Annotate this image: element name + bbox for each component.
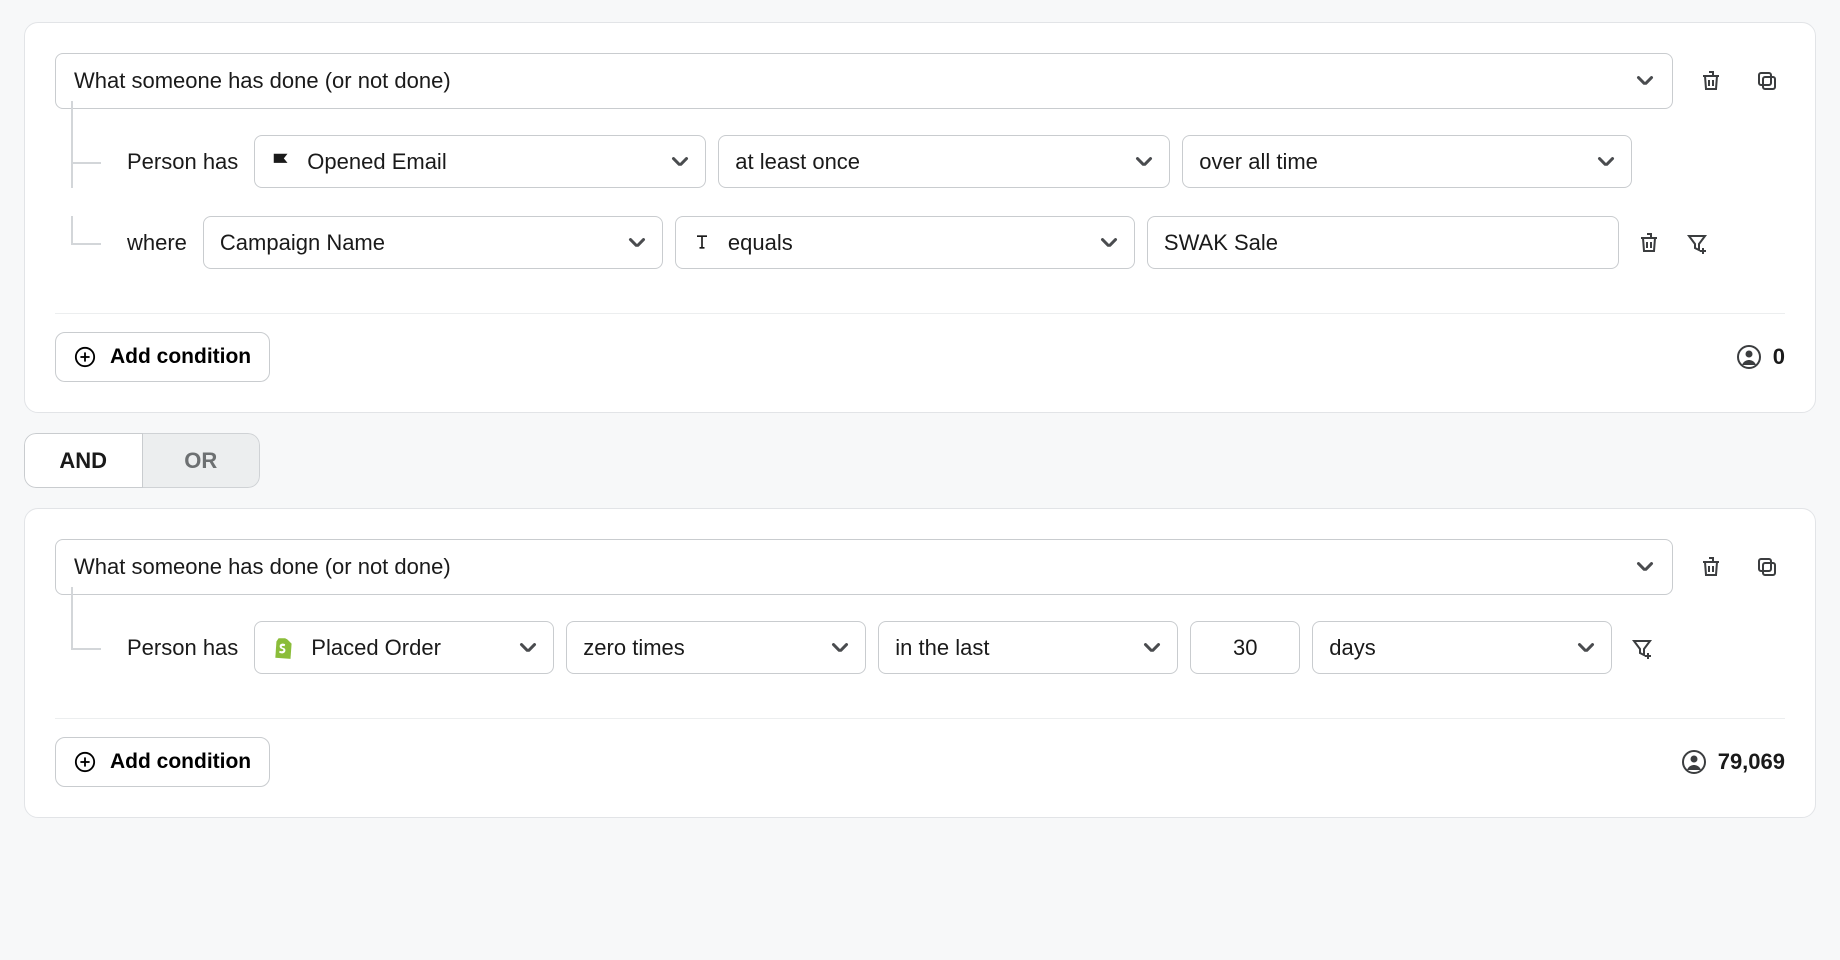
operator-label: equals xyxy=(728,230,793,256)
person-has-label: Person has xyxy=(127,149,242,175)
event-row: Person has Opened Email at least once ov… xyxy=(55,121,1785,202)
count-value: 79,069 xyxy=(1718,749,1785,775)
add-condition-button[interactable]: Add condition xyxy=(55,737,270,787)
condition-type-select[interactable]: What someone has done (or not done) xyxy=(55,539,1673,595)
person-icon xyxy=(1737,345,1761,369)
value-input[interactable]: SWAK Sale xyxy=(1147,216,1619,269)
add-condition-label: Add condition xyxy=(110,345,251,369)
add-condition-button[interactable]: Add condition xyxy=(55,332,270,382)
join-operator-toggle: AND OR xyxy=(24,433,260,488)
event-label: Opened Email xyxy=(307,149,446,175)
person-has-label: Person has xyxy=(127,635,242,661)
event-select[interactable]: Opened Email xyxy=(254,135,706,188)
property-select[interactable]: Campaign Name xyxy=(203,216,663,269)
copy-icon xyxy=(1755,69,1779,93)
trash-icon xyxy=(1699,69,1723,93)
duplicate-group-button[interactable] xyxy=(1749,549,1785,585)
count-value: 0 xyxy=(1773,344,1785,370)
copy-icon xyxy=(1755,555,1779,579)
value-text: SWAK Sale xyxy=(1164,230,1278,256)
tree-connector xyxy=(55,216,115,269)
chevron-down-icon xyxy=(519,642,537,654)
event-label: Placed Order xyxy=(311,635,441,661)
condition-group-2: What someone has done (or not done) Pers… xyxy=(24,508,1816,818)
group-header-row: What someone has done (or not done) xyxy=(55,53,1785,109)
group-header-row: What someone has done (or not done) xyxy=(55,539,1785,595)
timeframe-label: in the last xyxy=(895,635,989,661)
property-label: Campaign Name xyxy=(220,230,385,256)
duplicate-group-button[interactable] xyxy=(1749,63,1785,99)
condition-type-label: What someone has done (or not done) xyxy=(74,554,451,580)
chevron-down-icon xyxy=(1636,561,1654,573)
group-footer: Add condition 0 xyxy=(55,314,1785,394)
chevron-down-icon xyxy=(1577,642,1595,654)
email-flag-icon xyxy=(271,151,293,173)
event-row: Person has Placed Order zero times xyxy=(55,607,1785,688)
tree-connector xyxy=(55,621,115,674)
plus-circle-icon xyxy=(74,751,96,773)
operator-select[interactable]: equals xyxy=(675,216,1135,269)
chevron-down-icon xyxy=(1100,237,1118,249)
condition-type-select[interactable]: What someone has done (or not done) xyxy=(55,53,1673,109)
text-type-icon xyxy=(692,232,714,254)
chevron-down-icon xyxy=(628,237,646,249)
where-label: where xyxy=(127,230,191,256)
join-and-label: AND xyxy=(59,448,107,474)
join-or-option[interactable]: OR xyxy=(143,433,261,488)
delete-filter-button[interactable] xyxy=(1631,225,1667,261)
frequency-label: at least once xyxy=(735,149,860,175)
chevron-down-icon xyxy=(1143,642,1161,654)
chevron-down-icon xyxy=(671,156,689,168)
add-filter-button[interactable] xyxy=(1624,630,1660,666)
chevron-down-icon xyxy=(831,642,849,654)
nested-rows: Person has Opened Email at least once ov… xyxy=(55,121,1785,283)
group-footer: Add condition 79,069 xyxy=(55,719,1785,799)
filter-add-icon xyxy=(1630,636,1654,660)
profile-count: 79,069 xyxy=(1682,749,1785,775)
tree-connector xyxy=(55,135,115,188)
person-icon xyxy=(1682,750,1706,774)
frequency-select[interactable]: at least once xyxy=(718,135,1170,188)
join-and-option[interactable]: AND xyxy=(24,433,143,488)
chevron-down-icon xyxy=(1636,75,1654,87)
amount-value: 30 xyxy=(1233,635,1257,661)
nested-rows: Person has Placed Order zero times xyxy=(55,607,1785,688)
filter-row: where Campaign Name equals SWAK Sale xyxy=(55,202,1785,283)
trash-icon xyxy=(1699,555,1723,579)
delete-group-button[interactable] xyxy=(1693,63,1729,99)
chevron-down-icon xyxy=(1597,156,1615,168)
unit-label: days xyxy=(1329,635,1375,661)
filter-add-icon xyxy=(1685,231,1709,255)
add-condition-label: Add condition xyxy=(110,750,251,774)
amount-input[interactable]: 30 xyxy=(1190,621,1300,674)
delete-group-button[interactable] xyxy=(1693,549,1729,585)
add-filter-button[interactable] xyxy=(1679,225,1715,261)
timeframe-label: over all time xyxy=(1199,149,1318,175)
chevron-down-icon xyxy=(1135,156,1153,168)
condition-group-1: What someone has done (or not done) Pers… xyxy=(24,22,1816,413)
event-select[interactable]: Placed Order xyxy=(254,621,554,674)
condition-type-label: What someone has done (or not done) xyxy=(74,68,451,94)
shopify-icon xyxy=(271,635,297,661)
frequency-label: zero times xyxy=(583,635,684,661)
timeframe-select[interactable]: in the last xyxy=(878,621,1178,674)
unit-select[interactable]: days xyxy=(1312,621,1612,674)
trash-icon xyxy=(1637,231,1661,255)
plus-circle-icon xyxy=(74,346,96,368)
profile-count: 0 xyxy=(1737,344,1785,370)
frequency-select[interactable]: zero times xyxy=(566,621,866,674)
timeframe-select[interactable]: over all time xyxy=(1182,135,1632,188)
join-or-label: OR xyxy=(184,448,217,474)
